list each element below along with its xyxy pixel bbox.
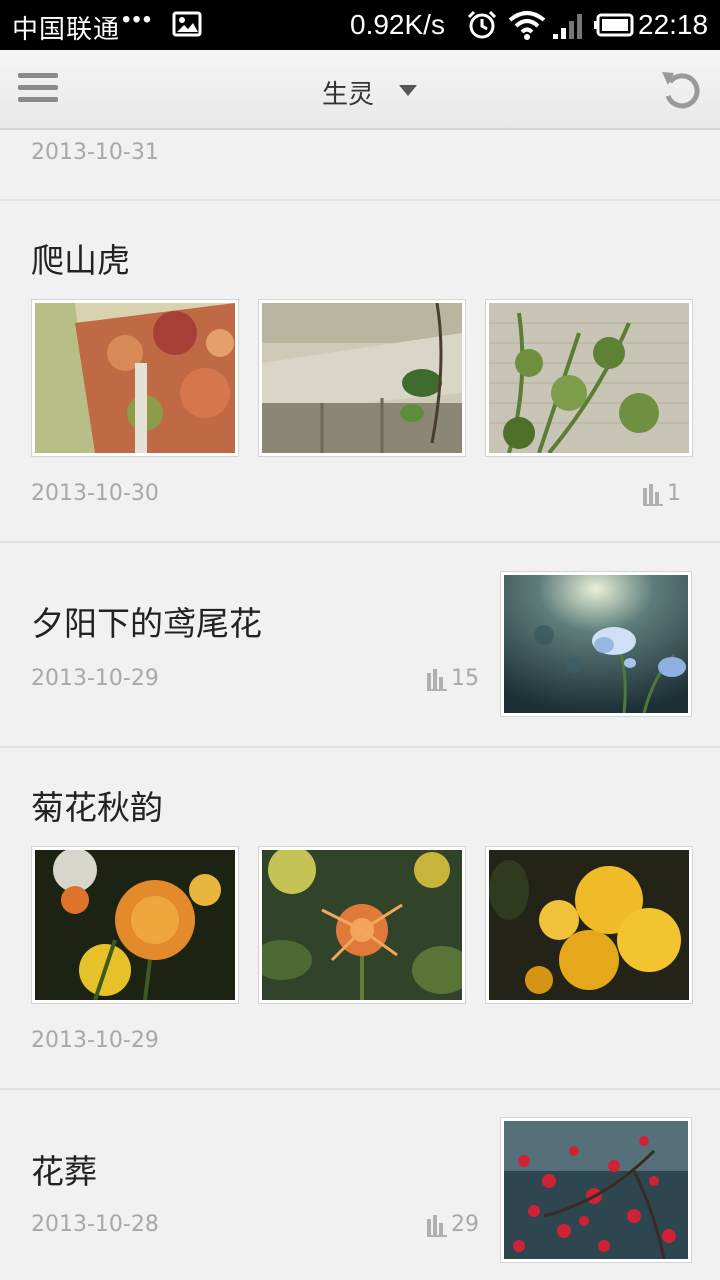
dropdown-icon[interactable] bbox=[398, 84, 418, 98]
view-count: 1 bbox=[643, 481, 681, 506]
carrier-label: 中国联通 bbox=[12, 14, 121, 44]
view-count: 29 bbox=[427, 1212, 479, 1237]
post-thumbnail[interactable] bbox=[501, 1118, 691, 1262]
signal-icon bbox=[553, 14, 582, 39]
post-date: 2013-10-29 bbox=[31, 1028, 159, 1053]
divider bbox=[0, 746, 720, 748]
post-thumbnail[interactable] bbox=[259, 847, 465, 1003]
image-notification-icon bbox=[172, 11, 202, 37]
category-title[interactable]: 生灵 bbox=[322, 74, 374, 111]
network-speed: 0.92K/s bbox=[350, 9, 445, 40]
view-count-value: 1 bbox=[667, 481, 681, 506]
clock: 22:18 bbox=[638, 9, 709, 40]
post-date: 2013-10-30 bbox=[31, 481, 159, 506]
post-title: 菊花秋韵 bbox=[31, 788, 163, 827]
alarm-icon bbox=[467, 10, 497, 39]
wifi-icon bbox=[508, 11, 546, 40]
action-bar: 生灵 bbox=[0, 50, 720, 130]
notification-dots: ••• bbox=[122, 6, 154, 33]
divider bbox=[0, 541, 720, 543]
refresh-icon[interactable] bbox=[660, 68, 702, 112]
post-title: 夕阳下的鸢尾花 bbox=[31, 604, 262, 643]
post-date: 2013-10-31 bbox=[31, 140, 159, 165]
battery-icon bbox=[594, 13, 634, 37]
stats-icon bbox=[427, 669, 447, 691]
stats-icon bbox=[643, 484, 663, 506]
post-thumbnail[interactable] bbox=[501, 572, 691, 716]
post-thumbnail[interactable] bbox=[32, 300, 238, 456]
divider bbox=[0, 199, 720, 201]
post-date: 2013-10-29 bbox=[31, 666, 159, 691]
view-count: 15 bbox=[427, 666, 479, 691]
post-thumbnail[interactable] bbox=[486, 300, 692, 456]
post-thumbnail[interactable] bbox=[259, 300, 465, 456]
status-bar: 中国联通 ••• 0.92K/s 22:18 bbox=[0, 0, 720, 50]
post-title: 花葬 bbox=[31, 1152, 97, 1191]
post-thumbnail[interactable] bbox=[486, 847, 692, 1003]
view-count-value: 15 bbox=[451, 666, 479, 691]
view-count-value: 29 bbox=[451, 1212, 479, 1237]
post-title: 爬山虎 bbox=[31, 241, 130, 280]
post-date: 2013-10-28 bbox=[31, 1212, 159, 1237]
post-thumbnail[interactable] bbox=[32, 847, 238, 1003]
divider bbox=[0, 1088, 720, 1090]
stats-icon bbox=[427, 1215, 447, 1237]
post-list: 2013-10-31 爬山虎 2013-10-30 1 夕阳下的鸢尾花 2013… bbox=[0, 130, 720, 1280]
menu-icon[interactable] bbox=[18, 70, 58, 106]
